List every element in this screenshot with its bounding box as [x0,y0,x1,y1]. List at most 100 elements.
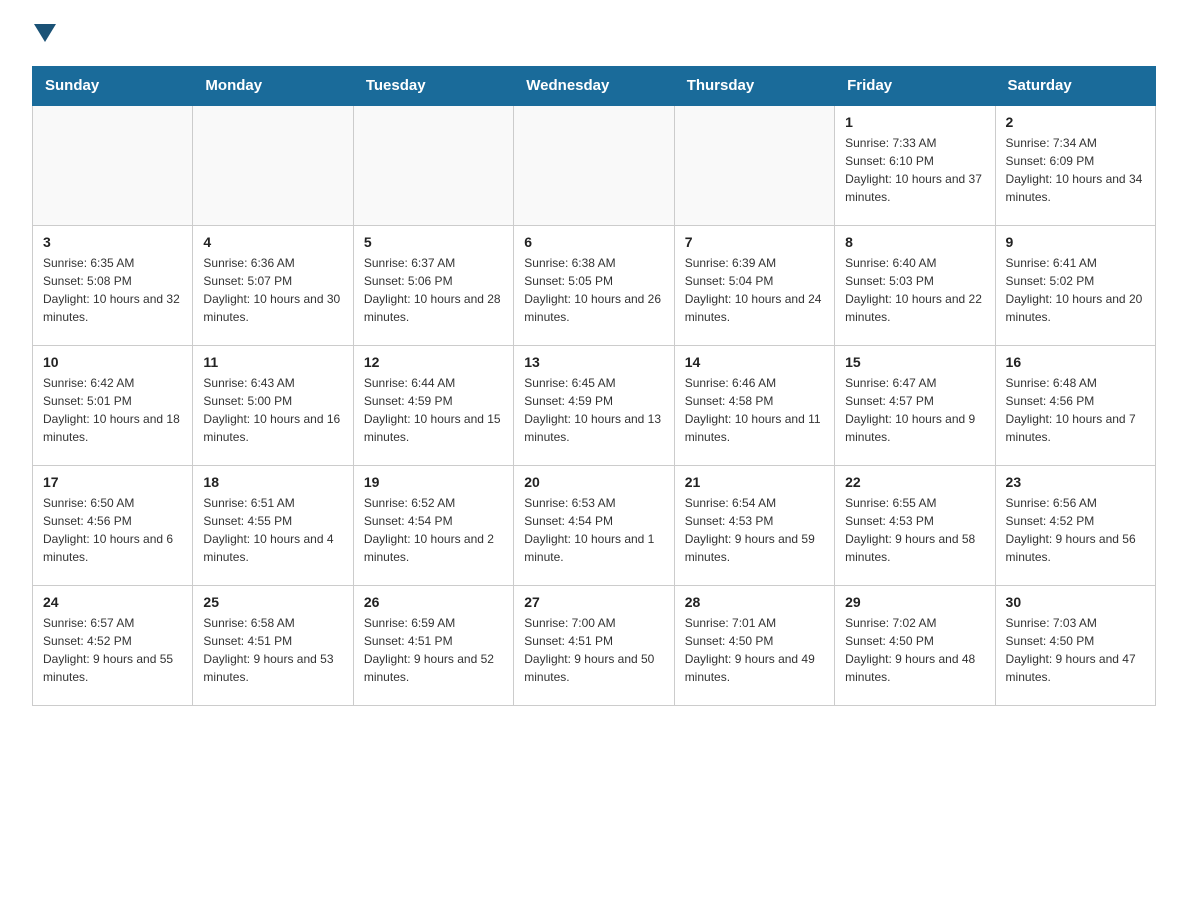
calendar-cell [514,105,674,225]
weekday-header-thursday: Thursday [674,67,834,106]
day-number: 9 [1006,234,1145,250]
day-number: 20 [524,474,663,490]
weekday-header-tuesday: Tuesday [353,67,513,106]
calendar-cell: 2 Sunrise: 7:34 AM Sunset: 6:09 PM Daylig… [995,105,1155,225]
page-header [32,24,1156,46]
day-number: 3 [43,234,182,250]
weekday-header-friday: Friday [835,67,995,106]
calendar-cell: 20 Sunrise: 6:53 AM Sunset: 4:54 PM Dayli… [514,465,674,585]
day-number: 23 [1006,474,1145,490]
day-sun-info: Sunrise: 7:33 AM Sunset: 6:10 PM Dayligh… [845,134,984,206]
calendar-cell: 11 Sunrise: 6:43 AM Sunset: 5:00 PM Dayli… [193,345,353,465]
calendar-week-row: 24 Sunrise: 6:57 AM Sunset: 4:52 PM Dayli… [33,585,1156,705]
weekday-header-saturday: Saturday [995,67,1155,106]
day-sun-info: Sunrise: 6:37 AM Sunset: 5:06 PM Dayligh… [364,254,503,326]
calendar-cell: 13 Sunrise: 6:45 AM Sunset: 4:59 PM Dayli… [514,345,674,465]
calendar-cell: 28Sunrise: 7:01 AM Sunset: 4:50 PM Dayli… [674,585,834,705]
calendar-cell: 30Sunrise: 7:03 AM Sunset: 4:50 PM Dayli… [995,585,1155,705]
calendar-cell: 7 Sunrise: 6:39 AM Sunset: 5:04 PM Daylig… [674,225,834,345]
calendar-cell: 6 Sunrise: 6:38 AM Sunset: 5:05 PM Daylig… [514,225,674,345]
calendar-cell: 26Sunrise: 6:59 AM Sunset: 4:51 PM Dayli… [353,585,513,705]
calendar-cell: 14 Sunrise: 6:46 AM Sunset: 4:58 PM Dayli… [674,345,834,465]
day-number: 6 [524,234,663,250]
day-sun-info: Sunrise: 6:52 AM Sunset: 4:54 PM Dayligh… [364,494,503,566]
calendar-cell: 15 Sunrise: 6:47 AM Sunset: 4:57 PM Dayli… [835,345,995,465]
calendar-week-row: 17 Sunrise: 6:50 AM Sunset: 4:56 PM Dayli… [33,465,1156,585]
day-sun-info: Sunrise: 7:34 AM Sunset: 6:09 PM Dayligh… [1006,134,1145,206]
calendar-cell: 23 Sunrise: 6:56 AM Sunset: 4:52 PM Dayli… [995,465,1155,585]
calendar-cell [353,105,513,225]
day-sun-info: Sunrise: 6:39 AM Sunset: 5:04 PM Dayligh… [685,254,824,326]
day-number: 1 [845,114,984,130]
weekday-header-wednesday: Wednesday [514,67,674,106]
calendar-table: SundayMondayTuesdayWednesdayThursdayFrid… [32,66,1156,706]
calendar-week-row: 10Sunrise: 6:42 AM Sunset: 5:01 PM Dayli… [33,345,1156,465]
day-sun-info: Sunrise: 6:41 AM Sunset: 5:02 PM Dayligh… [1006,254,1145,326]
day-number: 12 [364,354,503,370]
calendar-cell: 5 Sunrise: 6:37 AM Sunset: 5:06 PM Daylig… [353,225,513,345]
day-number: 2 [1006,114,1145,130]
day-sun-info: Sunrise: 6:46 AM Sunset: 4:58 PM Dayligh… [685,374,824,446]
day-sun-info: Sunrise: 6:40 AM Sunset: 5:03 PM Dayligh… [845,254,984,326]
day-sun-info: Sunrise: 6:42 AM Sunset: 5:01 PM Dayligh… [43,374,182,446]
calendar-cell: 9 Sunrise: 6:41 AM Sunset: 5:02 PM Daylig… [995,225,1155,345]
calendar-cell: 12Sunrise: 6:44 AM Sunset: 4:59 PM Dayli… [353,345,513,465]
day-sun-info: Sunrise: 6:38 AM Sunset: 5:05 PM Dayligh… [524,254,663,326]
calendar-cell: 1 Sunrise: 7:33 AM Sunset: 6:10 PM Daylig… [835,105,995,225]
calendar-cell: 10Sunrise: 6:42 AM Sunset: 5:01 PM Dayli… [33,345,193,465]
calendar-cell: 24 Sunrise: 6:57 AM Sunset: 4:52 PM Dayli… [33,585,193,705]
day-number: 7 [685,234,824,250]
weekday-header-sunday: Sunday [33,67,193,106]
day-sun-info: Sunrise: 6:50 AM Sunset: 4:56 PM Dayligh… [43,494,182,566]
calendar-cell: 18Sunrise: 6:51 AM Sunset: 4:55 PM Dayli… [193,465,353,585]
day-sun-info: Sunrise: 6:57 AM Sunset: 4:52 PM Dayligh… [43,614,182,686]
day-number: 16 [1006,354,1145,370]
logo [32,24,56,46]
calendar-cell: 8 Sunrise: 6:40 AM Sunset: 5:03 PM Daylig… [835,225,995,345]
calendar-cell: 21 Sunrise: 6:54 AM Sunset: 4:53 PM Dayli… [674,465,834,585]
day-sun-info: Sunrise: 7:01 AM Sunset: 4:50 PM Dayligh… [685,614,824,686]
calendar-cell [674,105,834,225]
weekday-header-monday: Monday [193,67,353,106]
day-sun-info: Sunrise: 6:51 AM Sunset: 4:55 PM Dayligh… [203,494,342,566]
day-sun-info: Sunrise: 6:58 AM Sunset: 4:51 PM Dayligh… [203,614,342,686]
day-number: 24 [43,594,182,610]
day-sun-info: Sunrise: 6:54 AM Sunset: 4:53 PM Dayligh… [685,494,824,566]
day-number: 29 [845,594,984,610]
calendar-cell [33,105,193,225]
day-sun-info: Sunrise: 6:36 AM Sunset: 5:07 PM Dayligh… [203,254,342,326]
calendar-cell: 16 Sunrise: 6:48 AM Sunset: 4:56 PM Dayli… [995,345,1155,465]
day-sun-info: Sunrise: 6:56 AM Sunset: 4:52 PM Dayligh… [1006,494,1145,566]
day-sun-info: Sunrise: 6:59 AM Sunset: 4:51 PM Dayligh… [364,614,503,686]
day-number: 8 [845,234,984,250]
day-number: 21 [685,474,824,490]
day-number: 11 [203,354,342,370]
calendar-cell: 25 Sunrise: 6:58 AM Sunset: 4:51 PM Dayli… [193,585,353,705]
day-sun-info: Sunrise: 6:47 AM Sunset: 4:57 PM Dayligh… [845,374,984,446]
day-number: 25 [203,594,342,610]
day-number: 22 [845,474,984,490]
day-number: 4 [203,234,342,250]
calendar-week-row: 1 Sunrise: 7:33 AM Sunset: 6:10 PM Daylig… [33,105,1156,225]
day-sun-info: Sunrise: 6:35 AM Sunset: 5:08 PM Dayligh… [43,254,182,326]
day-number: 15 [845,354,984,370]
calendar-cell: 4 Sunrise: 6:36 AM Sunset: 5:07 PM Daylig… [193,225,353,345]
day-sun-info: Sunrise: 6:43 AM Sunset: 5:00 PM Dayligh… [203,374,342,446]
day-number: 14 [685,354,824,370]
day-sun-info: Sunrise: 7:02 AM Sunset: 4:50 PM Dayligh… [845,614,984,686]
day-sun-info: Sunrise: 6:53 AM Sunset: 4:54 PM Dayligh… [524,494,663,566]
calendar-cell: 27Sunrise: 7:00 AM Sunset: 4:51 PM Dayli… [514,585,674,705]
calendar-cell [193,105,353,225]
logo-triangle-icon [34,24,56,42]
calendar-week-row: 3 Sunrise: 6:35 AM Sunset: 5:08 PM Daylig… [33,225,1156,345]
weekday-header-row: SundayMondayTuesdayWednesdayThursdayFrid… [33,67,1156,106]
day-sun-info: Sunrise: 6:45 AM Sunset: 4:59 PM Dayligh… [524,374,663,446]
day-number: 5 [364,234,503,250]
day-number: 30 [1006,594,1145,610]
day-number: 13 [524,354,663,370]
calendar-cell: 17 Sunrise: 6:50 AM Sunset: 4:56 PM Dayli… [33,465,193,585]
calendar-cell: 29 Sunrise: 7:02 AM Sunset: 4:50 PM Dayli… [835,585,995,705]
day-number: 17 [43,474,182,490]
day-sun-info: Sunrise: 6:48 AM Sunset: 4:56 PM Dayligh… [1006,374,1145,446]
calendar-cell: 22Sunrise: 6:55 AM Sunset: 4:53 PM Dayli… [835,465,995,585]
